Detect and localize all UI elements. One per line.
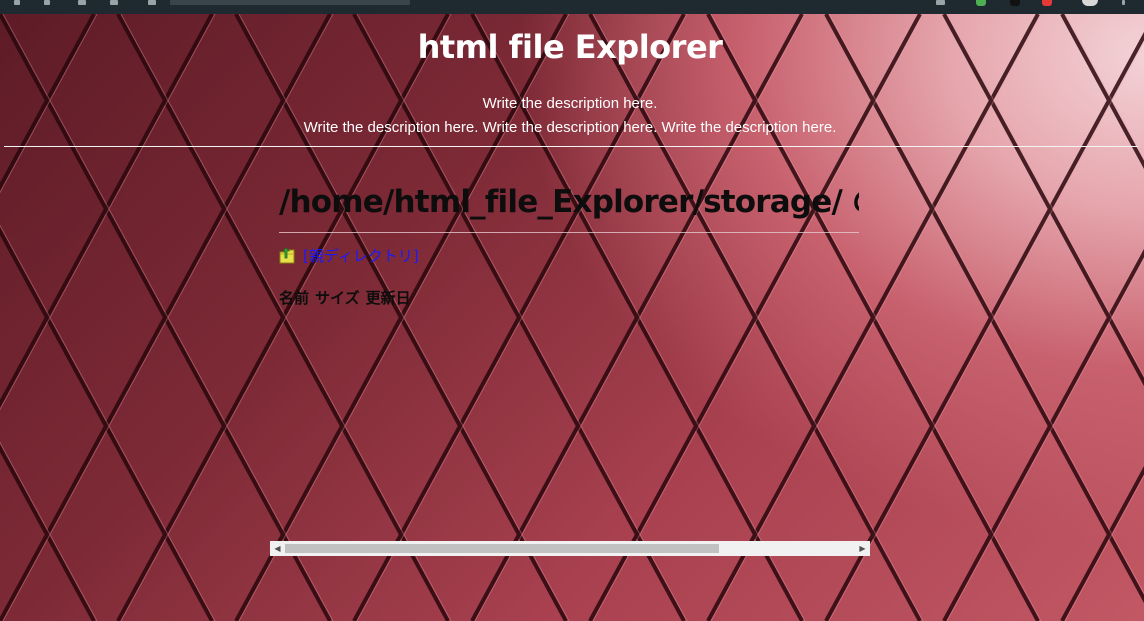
profile-avatar[interactable] xyxy=(1082,0,1098,6)
bookmark-star-icon[interactable] xyxy=(936,0,945,5)
back-icon[interactable] xyxy=(14,0,20,5)
menu-icon[interactable] xyxy=(1122,0,1125,5)
site-description-line-2: Write the description here. Write the de… xyxy=(303,119,837,136)
scrollbar-thumb[interactable] xyxy=(285,544,719,553)
site-description: Write the description here. Write the de… xyxy=(0,92,1140,140)
site-title: html file Explorer xyxy=(417,28,723,66)
extension-green-icon[interactable] xyxy=(976,0,986,6)
home-icon[interactable] xyxy=(110,0,118,5)
address-bar[interactable] xyxy=(170,0,410,5)
folder-up-icon[interactable] xyxy=(279,246,295,264)
extension-dark-icon[interactable] xyxy=(1010,0,1020,6)
extension-red-icon[interactable] xyxy=(1042,0,1052,6)
scroll-left-arrow-icon[interactable]: ◀ xyxy=(270,541,285,556)
column-header-name[interactable]: 名前 xyxy=(279,287,315,308)
site-info-icon[interactable] xyxy=(148,0,156,5)
explorer-content: /home/html_file_Explorer/storage/ の [親ディ… xyxy=(279,174,869,308)
current-path-heading: /home/html_file_Explorer/storage/ の xyxy=(279,174,859,233)
browser-toolbar xyxy=(0,0,1144,14)
horizontal-scrollbar[interactable]: ◀ ▶ xyxy=(270,541,870,556)
page: html file Explorer Write the description… xyxy=(0,14,1144,621)
forward-icon[interactable] xyxy=(44,0,50,5)
scroll-right-arrow-icon[interactable]: ▶ xyxy=(855,541,870,556)
column-header-modified[interactable]: 更新日 xyxy=(366,287,417,308)
site-description-line-1: Write the description here. xyxy=(482,95,658,112)
column-header-size[interactable]: サイズ xyxy=(315,287,366,308)
header-divider xyxy=(4,146,1138,147)
file-table: 名前 サイズ 更新日 xyxy=(279,287,417,308)
parent-directory-row[interactable]: [親ディレクトリ] xyxy=(279,243,869,267)
file-table-header-row: 名前 サイズ 更新日 xyxy=(279,287,417,308)
reload-icon[interactable] xyxy=(78,0,86,5)
parent-directory-link[interactable]: [親ディレクトリ] xyxy=(303,245,419,266)
